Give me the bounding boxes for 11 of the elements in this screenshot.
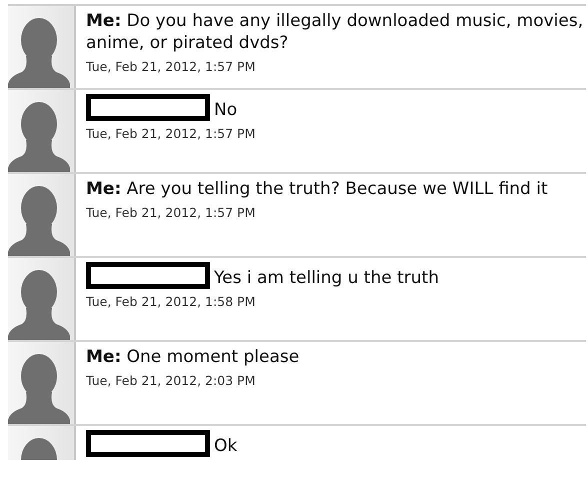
message-text: Me: One moment please: [86, 346, 300, 368]
message-timestamp: Tue, Feb 21, 2012, 1:57 PM: [86, 125, 256, 143]
message-timestamp: Tue, Feb 21, 2012, 1:57 PM: [86, 204, 256, 222]
message-timestamp: Tue, Feb 21, 2012, 1:57 PM: [86, 58, 256, 76]
message-text: Me: Do you have any illegally downloaded music, movies, anime, or pirated dvds?: [86, 10, 584, 54]
message-text: Me: Are you telling the truth? Because we WILL find it: [86, 178, 549, 200]
message-text: Yes i am telling u the truth: [214, 267, 439, 289]
message-timestamp: Tue, Feb 21, 2012, 2:03 PM: [86, 372, 256, 390]
message-text: No: [214, 99, 238, 121]
message-text: Ok: [214, 435, 238, 457]
message-timestamp: Tue, Feb 21, 2012, 1:58 PM: [86, 293, 256, 311]
